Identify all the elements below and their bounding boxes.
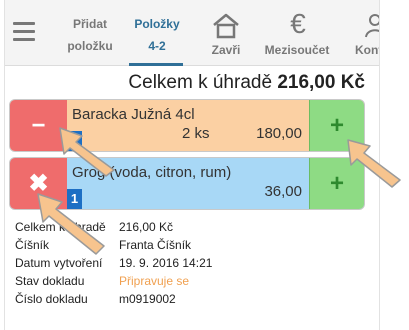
item-price: 36,00 [264,183,302,200]
euro-icon: € [290,8,306,39]
info-key: Stav dokladu [15,274,85,288]
info-value: 19. 9. 2016 14:21 [119,256,213,270]
total-amount: 216,00 Kč [277,72,365,93]
tab-add-item-label-2: položku [67,39,113,53]
callout-arrow-icon [347,139,401,188]
info-key: Číslo dokladu [15,292,88,306]
callout-arrow-icon [37,193,105,255]
item-quantity: 2 ks [182,125,210,142]
tab-items-label-2: 4-2 [148,39,166,53]
tab-contact-label: Kont [355,43,380,57]
document-state: Připravuje se [119,274,190,288]
item-name: Baracka Južná 4cl [72,106,195,123]
info-value: 216,00 Kč [119,220,174,234]
total-summary: Celkem k úhradě 216,00 Kč [5,72,379,94]
total-label: Celkem k úhradě [128,72,273,93]
tab-close-label: Zavři [211,43,241,57]
tab-close[interactable]: Zavři [201,0,251,65]
tab-add-item-label-1: Přidat [72,17,107,31]
toolbar: Přidat položku Položky 4-2 Zavři € Mezis… [5,0,380,66]
tab-items-label-1: Položky [134,17,180,31]
tab-active-indicator [129,63,183,66]
minus-icon: − [31,111,46,139]
item-price: 180,00 [256,125,302,142]
menu-icon[interactable] [13,22,37,42]
tab-add-item[interactable]: Přidat položku [55,0,125,65]
info-value: m0919002 [119,292,176,306]
tab-contact[interactable]: Kont [349,0,380,65]
tab-subtotal-label: Mezisoučet [264,43,330,57]
tab-items[interactable]: Položky 4-2 [123,0,191,66]
home-icon [213,13,239,39]
person-icon [365,14,379,38]
info-value: Franta Číšník [119,238,192,252]
tab-subtotal[interactable]: € Mezisoučet [261,0,333,65]
callout-arrow-icon [59,127,115,177]
